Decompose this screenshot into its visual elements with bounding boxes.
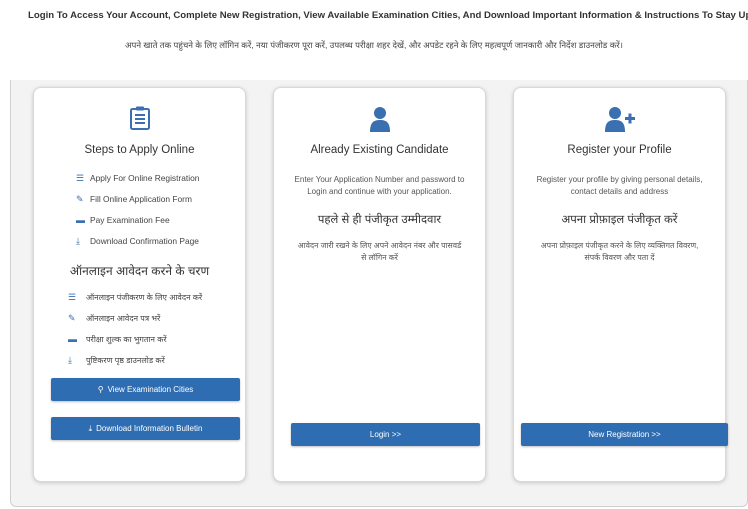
step-label-hindi: ऑनलाइन आवेदन पत्र भरें (86, 314, 161, 323)
existing-candidate-card: Already Existing Candidate Enter Your Ap… (273, 87, 486, 482)
existing-candidate-desc-hindi: आवेदन जारी रखने के लिए अपने आवेदन नंबर औ… (297, 241, 462, 262)
login-button[interactable]: Login >> (291, 423, 480, 446)
step-label: Apply For Online Registration (90, 173, 200, 183)
new-registration-button[interactable]: New Registration >> (521, 423, 728, 446)
existing-candidate-title-hindi: पहले से ही पंजीकृत उम्मीदवार (317, 214, 442, 226)
step-label: Download Confirmation Page (90, 236, 199, 246)
step-label: Pay Examination Fee (90, 215, 170, 225)
register-title-hindi: अपना प्रोफ़ाइल पंजीकृत करें (561, 214, 678, 226)
download-icon: ⤓ (88, 424, 93, 433)
register-card: Register your Profile Register your prof… (513, 87, 728, 482)
edit-icon: ✎ (76, 194, 84, 204)
user-plus-icon (514, 106, 725, 137)
list-icon: ☰ (76, 173, 85, 183)
existing-candidate-title: Already Existing Candidate (310, 144, 449, 156)
register-desc-hindi: अपना प्रोफ़ाइल पंजीकृत करने के लिए व्यक्… (540, 241, 699, 262)
step-pay-fee: ▬ Pay Examination Fee (76, 215, 170, 225)
user-icon (274, 106, 485, 137)
steps-title-hindi: ऑनलाइन आवेदन करने के चरण (69, 264, 210, 278)
download-bulletin-button[interactable]: ⤓ Download Information Bulletin (51, 417, 240, 440)
cities-button-label: View Examination Cities (107, 385, 194, 394)
step-fill-form: ✎ Fill Online Application Form (76, 194, 192, 205)
credit-card-icon: ▬ (76, 215, 85, 225)
download-icon: ⤓ (76, 236, 80, 246)
step-hindi-registration: ☰ ऑनलाइन पंजीकरण के लिए आवेदन करें (68, 292, 202, 303)
step-download-confirmation: ⤓ Download Confirmation Page (76, 236, 199, 247)
headline-english: Login To Access Your Account, Complete N… (28, 10, 748, 21)
step-apply-registration: ☰ Apply For Online Registration (76, 173, 199, 184)
checklist-icon (34, 106, 245, 135)
step-hindi-form: ✎ ऑनलाइन आवेदन पत्र भरें (68, 313, 160, 324)
steps-title: Steps to Apply Online (84, 144, 195, 156)
credit-card-icon: ▬ (68, 334, 77, 344)
new-registration-button-label: New Registration >> (588, 430, 661, 439)
view-cities-button[interactable]: ⚲ View Examination Cities (51, 378, 240, 401)
headline-hindi: अपने खाते तक पहुंचने के लिए लॉगिन करें, … (125, 40, 623, 50)
step-label-hindi: परीक्षा शुल्क का भुगतान करें (86, 335, 167, 344)
download-icon: ⤓ (68, 355, 72, 365)
step-label-hindi: पुष्टिकरण पृष्ठ डाउनलोड करें (86, 356, 165, 365)
edit-icon: ✎ (68, 313, 76, 323)
step-label-hindi: ऑनलाइन पंजीकरण के लिए आवेदन करें (86, 293, 203, 302)
step-hindi-download: ⤓ पुष्टिकरण पृष्ठ डाउनलोड करें (68, 355, 165, 366)
step-hindi-fee: ▬ परीक्षा शुल्क का भुगतान करें (68, 334, 167, 345)
existing-candidate-desc: Enter Your Application Number and passwo… (294, 175, 465, 196)
login-button-label: Login >> (369, 430, 402, 439)
bulletin-button-label: Download Information Bulletin (96, 424, 203, 433)
steps-card: Steps to Apply Online ☰ Apply For Online … (33, 87, 246, 482)
register-desc: Register your profile by giving personal… (536, 175, 703, 196)
register-title: Register your Profile (567, 144, 672, 156)
step-label: Fill Online Application Form (90, 194, 192, 204)
map-marker-icon: ⚲ (97, 385, 104, 394)
list-icon: ☰ (68, 292, 77, 302)
